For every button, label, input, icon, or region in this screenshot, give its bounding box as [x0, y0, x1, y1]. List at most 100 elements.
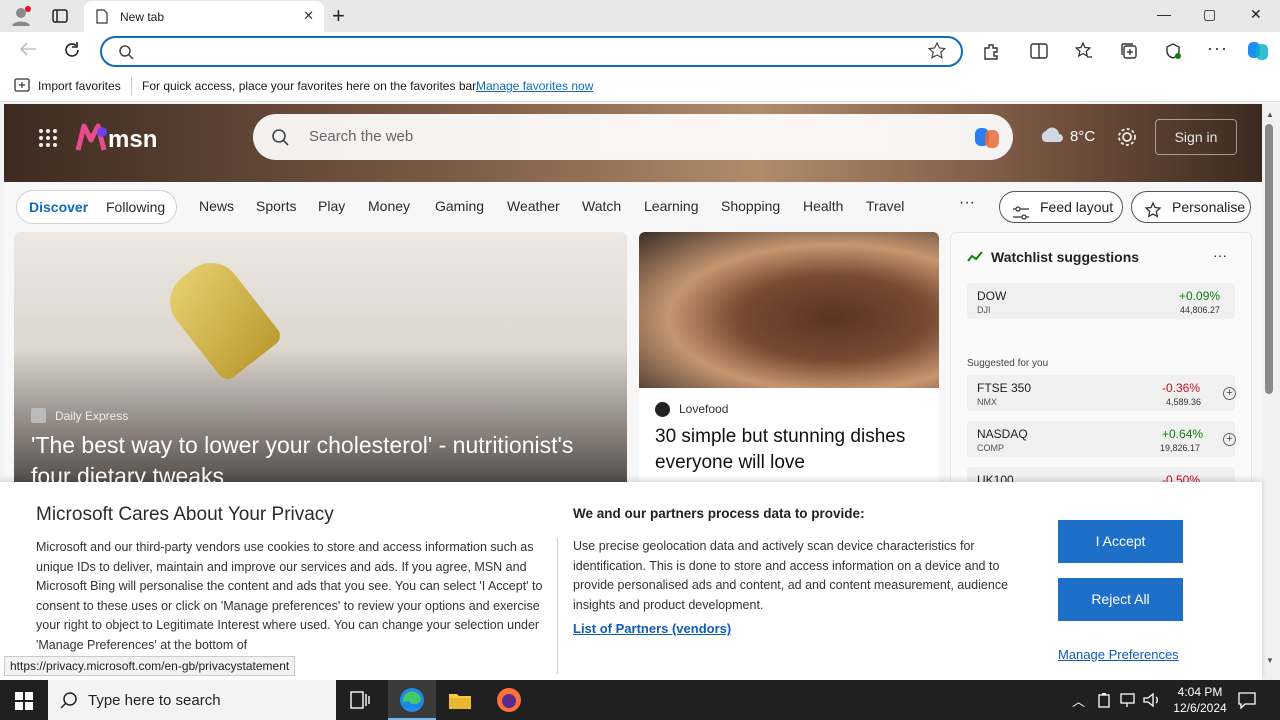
stock-value: 19,826.17: [1160, 443, 1201, 453]
watchlist-more-button[interactable]: ···: [1213, 247, 1227, 263]
address-bar[interactable]: [100, 36, 963, 67]
privacy-consent-banner: Microsoft Cares About Your Privacy Micro…: [0, 482, 1262, 680]
partners-link[interactable]: List of Partners (vendors): [573, 621, 731, 636]
firefox-icon[interactable]: [496, 687, 522, 718]
stock-index: DJI: [977, 305, 991, 315]
nav-watch[interactable]: Watch: [582, 198, 621, 214]
edge-taskbar-icon[interactable]: [388, 680, 436, 720]
battery-icon[interactable]: [1097, 692, 1111, 713]
feed-toggle: Discover Following: [16, 190, 177, 224]
nav-weather[interactable]: Weather: [507, 198, 560, 214]
extensions-icon[interactable]: [982, 42, 1000, 65]
back-icon[interactable]: [19, 41, 37, 62]
card-headline[interactable]: 30 simple but stunning dishes everyone w…: [655, 424, 925, 476]
personalise-label: Personalise: [1172, 199, 1246, 215]
sign-in-button[interactable]: Sign in: [1155, 119, 1237, 155]
task-view-icon[interactable]: [350, 691, 370, 714]
nav-health[interactable]: Health: [803, 198, 843, 214]
copilot-icon[interactable]: [1246, 39, 1270, 68]
system-clock[interactable]: 4:04 PM 12/6/2024: [1160, 684, 1240, 716]
search-icon: [118, 44, 134, 65]
manage-favorites-link[interactable]: Manage favorites now: [476, 79, 593, 93]
privacy-body: Microsoft and our third-party vendors us…: [36, 540, 543, 652]
personalise-icon: [1144, 199, 1162, 229]
stock-symbol: NASDAQ: [977, 427, 1028, 441]
add-to-watchlist-icon[interactable]: +: [1223, 387, 1236, 400]
feed-layout-button[interactable]: Feed layout: [999, 191, 1123, 223]
maximize-button[interactable]: ▢: [1203, 6, 1216, 23]
settings-gear-icon[interactable]: [1116, 126, 1138, 153]
nav-sports[interactable]: Sports: [256, 198, 296, 214]
stocks-trend-icon: [967, 251, 983, 266]
windows-start-icon[interactable]: [15, 692, 33, 715]
msn-header: msn Search the web 8°C Sign in: [4, 104, 1262, 182]
minimize-button[interactable]: —: [1157, 6, 1171, 22]
add-to-watchlist-icon[interactable]: +: [1223, 433, 1236, 446]
tab-discover[interactable]: Discover: [29, 199, 88, 215]
notifications-icon[interactable]: [1238, 691, 1256, 714]
news-card-cholesterol[interactable]: Daily Express 'The best way to lower you…: [14, 232, 627, 492]
nav-travel[interactable]: Travel: [866, 198, 904, 214]
watchlist-row[interactable]: DOW DJI +0.09% 44,806.27: [967, 283, 1235, 319]
windows-taskbar: Type here to search ︿ 4:04 PM 12/6/2024: [0, 680, 1280, 720]
accept-button[interactable]: I Accept: [1058, 520, 1183, 563]
close-window-button[interactable]: ✕: [1250, 6, 1262, 23]
copilot-icon[interactable]: [973, 124, 1001, 156]
nav-play[interactable]: Play: [318, 198, 345, 214]
scroll-up-icon[interactable]: ▲: [1266, 110, 1274, 119]
network-icon[interactable]: [1120, 692, 1136, 713]
import-favorites-button[interactable]: Import favorites: [38, 79, 121, 93]
suggested-label: Suggested for you: [967, 358, 1049, 369]
split-screen-icon[interactable]: [1030, 42, 1048, 65]
privacy-title: Microsoft Cares About Your Privacy: [36, 504, 334, 525]
profile-icon[interactable]: [10, 5, 32, 27]
nav-news[interactable]: News: [199, 198, 234, 214]
nav-more-button[interactable]: ···: [959, 194, 975, 212]
stock-change: +0.64%: [1162, 427, 1204, 441]
tab-title: New tab: [120, 10, 165, 24]
stock-index: NMX: [977, 397, 997, 407]
tab-actions-icon[interactable]: [52, 8, 68, 29]
watchlist-row[interactable]: NASDAQ COMP +0.64% 19,826.17 +: [967, 421, 1236, 457]
stock-symbol: DOW: [977, 289, 1007, 303]
msn-logo-icon[interactable]: [74, 122, 108, 159]
tab-new-tab[interactable]: New tab ✕: [84, 1, 324, 32]
personalise-button[interactable]: Personalise: [1131, 191, 1251, 223]
card-source: Lovefood: [679, 402, 729, 416]
tab-following[interactable]: Following: [106, 199, 165, 215]
favorites-icon[interactable]: [1074, 41, 1093, 65]
collections-icon[interactable]: [1120, 42, 1138, 65]
temperature[interactable]: 8°C: [1070, 128, 1095, 145]
page-scrollbar[interactable]: ▲ ▼: [1262, 104, 1280, 680]
address-input[interactable]: [148, 43, 908, 61]
settings-more-icon[interactable]: ···: [1207, 38, 1228, 59]
scroll-down-icon[interactable]: ▼: [1266, 656, 1274, 665]
apps-grid-icon[interactable]: [38, 128, 58, 153]
nav-money[interactable]: Money: [368, 198, 410, 214]
taskbar-search[interactable]: Type here to search: [48, 680, 336, 720]
close-tab-icon[interactable]: ✕: [303, 8, 314, 24]
manage-preferences-link[interactable]: Manage Preferences: [1058, 647, 1179, 662]
new-tab-button[interactable]: +: [332, 3, 345, 29]
news-card-dishes[interactable]: Lovefood 30 simple but stunning dishes e…: [639, 232, 939, 492]
msn-search-box[interactable]: Search the web: [253, 114, 1013, 160]
refresh-icon[interactable]: [63, 41, 81, 64]
privacy-body-2: Use precise geolocation data and activel…: [573, 539, 1009, 612]
sliders-icon: [1012, 200, 1030, 230]
privacy-heading-2: We and our partners process data to prov…: [573, 506, 865, 521]
source-logo-icon: [31, 408, 46, 423]
stock-index: COMP: [977, 443, 1004, 453]
browser-essentials-icon[interactable]: [1164, 42, 1182, 65]
nav-learning[interactable]: Learning: [644, 198, 699, 214]
favbar-divider: [131, 77, 132, 95]
volume-icon[interactable]: [1143, 692, 1161, 713]
reject-all-button[interactable]: Reject All: [1058, 578, 1183, 621]
stock-value: 4,589.36: [1166, 397, 1202, 407]
nav-gaming[interactable]: Gaming: [435, 198, 484, 214]
file-explorer-icon[interactable]: [448, 690, 472, 715]
star-icon[interactable]: [927, 41, 947, 65]
show-hidden-icons-icon[interactable]: ︿: [1072, 691, 1085, 710]
watchlist-row[interactable]: FTSE 350 NMX -0.36% 4,589.36 +: [967, 375, 1236, 411]
nav-shopping[interactable]: Shopping: [721, 198, 780, 214]
scrollbar-thumb[interactable]: [1265, 124, 1273, 394]
